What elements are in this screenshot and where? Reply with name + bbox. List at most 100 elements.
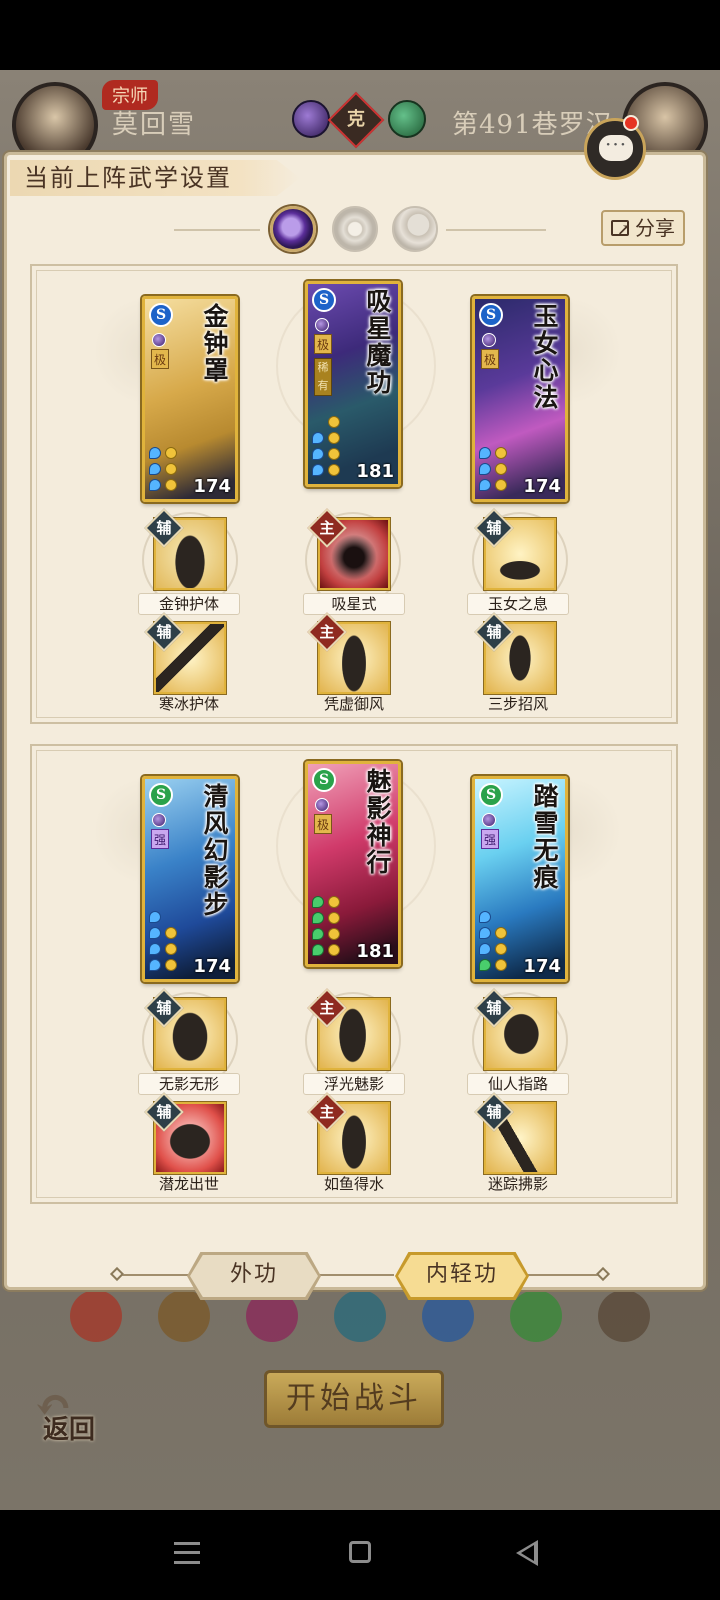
moon-orb-tab[interactable] <box>270 206 316 252</box>
water-pip-icon <box>149 463 161 475</box>
sun-orb-tab[interactable] <box>332 206 378 252</box>
water-pip-icon <box>149 959 161 971</box>
wind-pip-icon <box>312 944 324 956</box>
skill-type-icon: S <box>312 768 336 792</box>
nav-back-icon[interactable] <box>516 1540 538 1566</box>
water-pip-icon <box>149 911 161 923</box>
sub-skill-label: 浮光魅影 <box>303 1073 405 1095</box>
skill-level: 181 <box>356 461 394 482</box>
skill-card-name: 玉女心法 <box>530 303 559 411</box>
flame-pip-icon <box>165 959 177 971</box>
chat-bubble-icon <box>599 132 633 161</box>
skill-card-name: 清风幻影步 <box>200 783 229 918</box>
skill-icon-strip <box>20 1290 700 1342</box>
flame-pip-icon <box>328 944 340 956</box>
flame-pip-icon <box>328 928 340 940</box>
water-pip-icon <box>479 911 491 923</box>
grade-badge: 极 <box>314 334 332 354</box>
skill-type-icon: S <box>479 303 503 327</box>
water-pip-icon <box>479 463 491 475</box>
sub-skill-label: 玉女之息 <box>467 593 569 615</box>
moon-orb-icon <box>152 333 166 347</box>
skill-card[interactable]: S 强 踏雪无痕 174 <box>472 776 568 982</box>
skill-card[interactable]: S 极 玉女心法 174 <box>472 296 568 502</box>
tab-divider <box>174 229 260 231</box>
wind-pip-icon <box>312 928 324 940</box>
flame-pip-icon <box>495 927 507 939</box>
grade-badge: 极 <box>151 349 169 369</box>
flame-pip-icon <box>165 943 177 955</box>
flame-pip-icon <box>495 479 507 491</box>
water-pip-icon <box>479 927 491 939</box>
tab-divider <box>446 229 546 231</box>
moon-orb-icon <box>315 798 329 812</box>
tab-outer-skill[interactable]: 外功 <box>190 1255 318 1297</box>
crescent-orb-tab[interactable] <box>392 206 438 252</box>
skill-level: 174 <box>523 956 561 977</box>
tab-inner-light-skill[interactable]: 内轻功 <box>398 1255 526 1297</box>
tab-divider <box>116 1274 192 1276</box>
flame-pip-icon <box>328 448 340 460</box>
wind-pip-icon <box>312 896 324 908</box>
moon-orb-icon <box>482 813 496 827</box>
skill-type-icon: S <box>149 783 173 807</box>
home-icon[interactable] <box>349 1541 371 1563</box>
sub-skill-label: 如鱼得水 <box>323 1175 384 1193</box>
flame-pip-icon <box>165 479 177 491</box>
skill-type-icon: S <box>149 303 173 327</box>
skill-card[interactable]: S 强 清风幻影步 174 <box>142 776 238 982</box>
skill-type-icon: S <box>479 783 503 807</box>
moon-orb-icon <box>315 318 329 332</box>
water-pip-icon <box>479 943 491 955</box>
wind-pip-icon <box>479 959 491 971</box>
skill-slot-icon <box>598 1290 650 1342</box>
skill-level: 174 <box>193 956 231 977</box>
sub-skill-label: 迷踪拂影 <box>487 1175 548 1193</box>
water-pip-icon <box>149 479 161 491</box>
chat-button[interactable] <box>584 115 646 180</box>
sub-skill-label: 三步招风 <box>487 695 548 713</box>
grade-badge: 强 <box>151 829 169 849</box>
status-bar <box>0 0 720 70</box>
notification-dot <box>623 115 639 131</box>
water-pip-icon <box>149 943 161 955</box>
skill-card-name: 踏雪无痕 <box>530 783 559 891</box>
grade-badge: 极 <box>481 349 499 369</box>
skill-card[interactable]: S 极 稀有 吸星魔功 181 <box>305 281 401 487</box>
grade-badge: 强 <box>481 829 499 849</box>
flame-pip-icon <box>165 463 177 475</box>
water-pip-icon <box>149 927 161 939</box>
skill-level: 174 <box>193 476 231 497</box>
skill-slot-icon <box>510 1290 562 1342</box>
panel-title: 当前上阵武学设置 <box>10 160 300 196</box>
sub-skill-label: 仙人指路 <box>467 1073 569 1095</box>
flame-pip-icon <box>495 463 507 475</box>
share-icon <box>611 214 630 246</box>
skill-type-icon: S <box>312 288 336 312</box>
grade-badge: 极 <box>314 814 332 834</box>
sub-skill-label: 潜龙出世 <box>158 1175 219 1193</box>
flame-pip-icon <box>165 447 177 459</box>
skill-card-name: 魅影神行 <box>363 768 392 876</box>
share-button[interactable]: 分享 <box>601 210 685 246</box>
sub-skill-label: 凭虚御风 <box>323 695 384 713</box>
moon-orb-icon <box>482 333 496 347</box>
start-battle-button[interactable]: 开始战斗 <box>264 1370 444 1428</box>
flame-pip-icon <box>328 896 340 908</box>
sub-skill-label: 无影无形 <box>138 1073 240 1095</box>
skill-card[interactable]: S 极 金钟罩 174 <box>142 296 238 502</box>
rarity-badge: 稀有 <box>314 358 332 396</box>
player-element-orb-icon <box>292 100 330 138</box>
back-button[interactable]: ↶ 返回 <box>30 1378 108 1448</box>
flame-pip-icon <box>328 432 340 444</box>
skill-card[interactable]: S 极 魅影神行 181 <box>305 761 401 967</box>
sub-skill-label: 寒冰护体 <box>158 695 219 713</box>
water-pip-icon <box>149 447 161 459</box>
skill-level: 174 <box>523 476 561 497</box>
water-pip-icon <box>312 432 324 444</box>
recent-apps-icon[interactable] <box>174 1542 200 1564</box>
flame-pip-icon <box>328 912 340 924</box>
flame-pip-icon <box>495 959 507 971</box>
flame-pip-icon <box>328 464 340 476</box>
tab-divider <box>528 1274 604 1276</box>
